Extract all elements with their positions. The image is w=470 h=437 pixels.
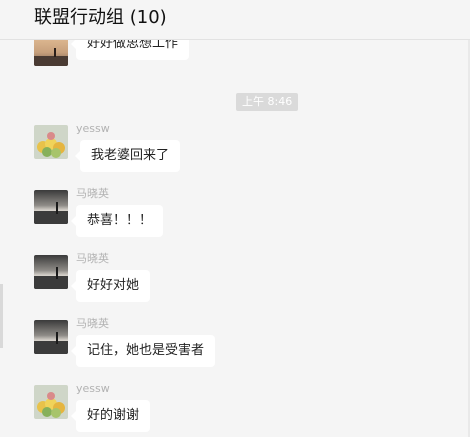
message-bubble[interactable]: 恭喜！！！ bbox=[70, 205, 164, 237]
scrollbar[interactable] bbox=[0, 284, 3, 348]
sunset-avatar[interactable] bbox=[34, 320, 68, 354]
message-bubble[interactable]: 好好做思想工作 bbox=[70, 40, 190, 60]
sender-name: yessw bbox=[76, 122, 110, 135]
message-bubble[interactable]: 好好对她 bbox=[70, 270, 151, 302]
sunset-avatar[interactable] bbox=[34, 255, 68, 289]
sunset-avatar[interactable] bbox=[34, 190, 68, 224]
sender-name: yessw bbox=[76, 382, 110, 395]
chat-header: 联盟行动组 (10) bbox=[0, 0, 470, 40]
balloons-avatar[interactable] bbox=[34, 125, 68, 159]
message-bubble[interactable]: 记住，她也是受害者 bbox=[70, 335, 216, 367]
timestamp-badge: 上午 8:46 bbox=[236, 93, 299, 111]
message-bubble[interactable]: 我老婆回来了 bbox=[74, 140, 181, 172]
sender-name: 马晓英 bbox=[76, 252, 109, 265]
chat-message-area[interactable]: 好好做思想工作 上午 8:46 yessw 我老婆回来了 马晓英 恭喜！！！ 马… bbox=[0, 40, 470, 437]
chat-title[interactable]: 联盟行动组 (10) bbox=[34, 7, 167, 29]
sender-name: 马晓英 bbox=[76, 317, 109, 330]
sunset-avatar[interactable] bbox=[34, 40, 68, 66]
message-bubble[interactable]: 好的谢谢 bbox=[70, 400, 151, 432]
sender-name: 马晓英 bbox=[76, 187, 109, 200]
balloons-avatar[interactable] bbox=[34, 385, 68, 419]
